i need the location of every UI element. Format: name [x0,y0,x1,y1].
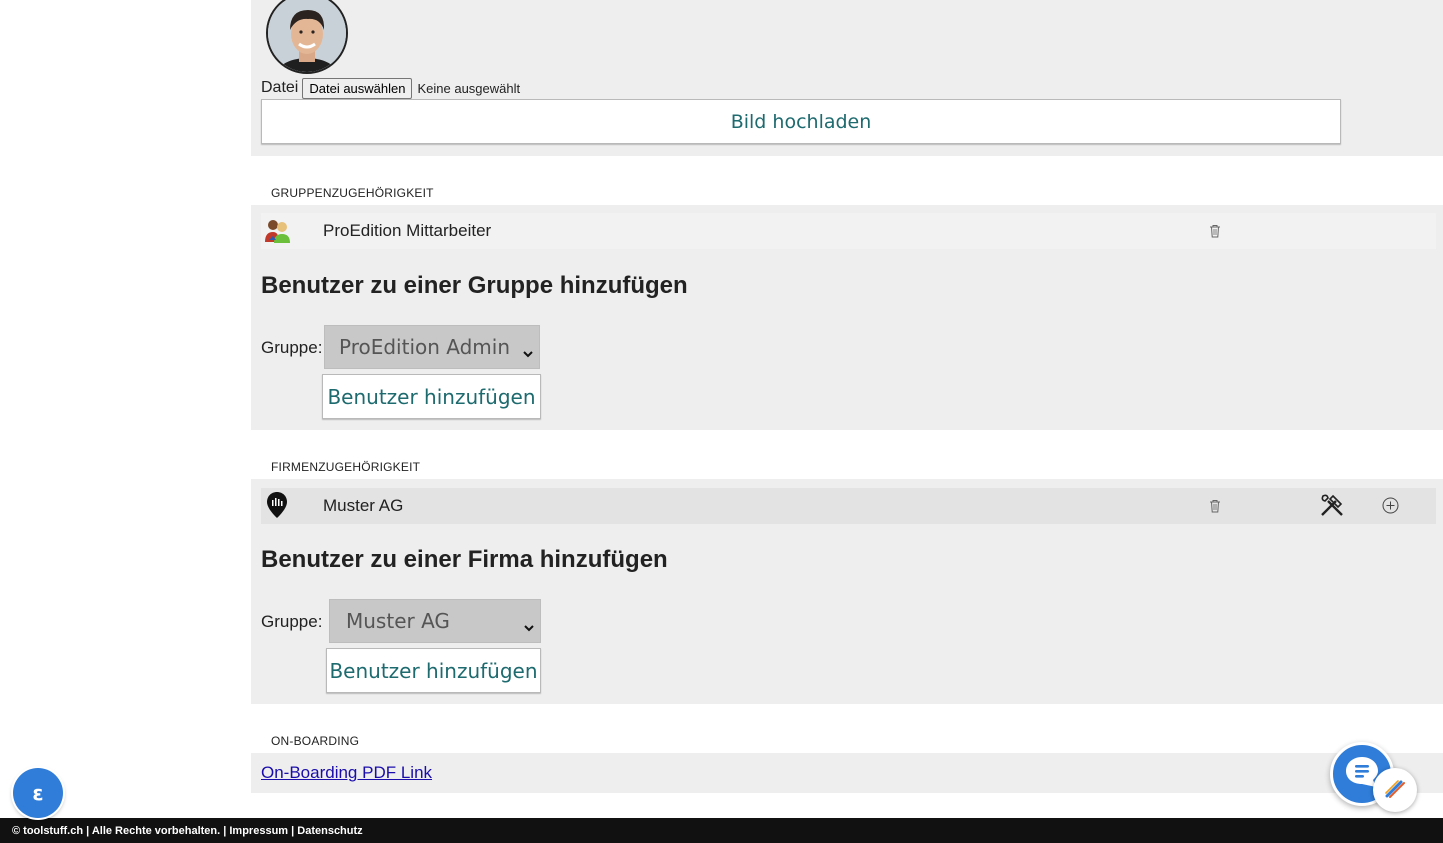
add-user-to-group-button[interactable]: Benutzer hinzufügen [322,374,541,419]
add-to-group-heading: Benutzer zu einer Gruppe hinzufügen [261,272,688,299]
firm-section-label: FIRMENZUGEHÖRIGKEIT [271,460,421,474]
firm-member-row: Muster AG [261,488,1436,524]
edit-fab-button[interactable] [1373,768,1417,812]
group-member-name: ProEdition Mittarbeiter [323,221,492,240]
group-section-label: GRUPPENZUGEHÖRIGKEIT [271,186,434,200]
assistant-fab-button[interactable]: ε [13,768,63,818]
footer: © toolstuff.ch | Alle Rechte vorbehalten… [0,818,1443,843]
firm-select-value: Muster AG [346,609,450,633]
footer-text: © toolstuff.ch | Alle Rechte vorbehalten… [12,824,363,837]
firm-pin-icon [267,492,287,523]
chevron-down-icon [523,340,533,358]
firm-member-name: Muster AG [323,496,404,515]
firm-select[interactable]: Muster AG [329,599,541,643]
tools-icon[interactable] [1319,492,1345,523]
delete-firm-trash-icon[interactable] [1209,499,1221,513]
file-input-row: Datei Datei auswählen Keine ausgewählt [261,77,521,99]
group-icon [264,218,290,249]
group-select[interactable]: ProEdition Admin [324,325,540,369]
choose-file-button[interactable]: Datei auswählen [302,77,413,99]
pen-icon [1383,776,1407,805]
epsilon-logo-icon: ε [32,781,44,805]
group-member-row: ProEdition Mittarbeiter [261,213,1436,249]
onboarding-pdf-link[interactable]: On-Boarding PDF Link [261,763,432,783]
chevron-down-icon [524,614,534,632]
add-user-to-firm-button[interactable]: Benutzer hinzufügen [326,648,541,693]
firm-field-label: Gruppe: [261,612,323,631]
file-label: Datei [261,79,299,96]
group-select-value: ProEdition Admin [339,335,511,359]
upload-image-button[interactable]: Bild hochladen [261,99,1341,144]
onboarding-section-label: ON-BOARDING [271,734,360,748]
file-status: Keine ausgewählt [417,80,521,96]
add-to-firm-heading: Benutzer zu einer Firma hinzufügen [261,546,668,573]
add-circle-icon[interactable] [1382,497,1399,519]
delete-group-trash-icon[interactable] [1209,224,1221,238]
group-field-label: Gruppe: [261,338,323,357]
